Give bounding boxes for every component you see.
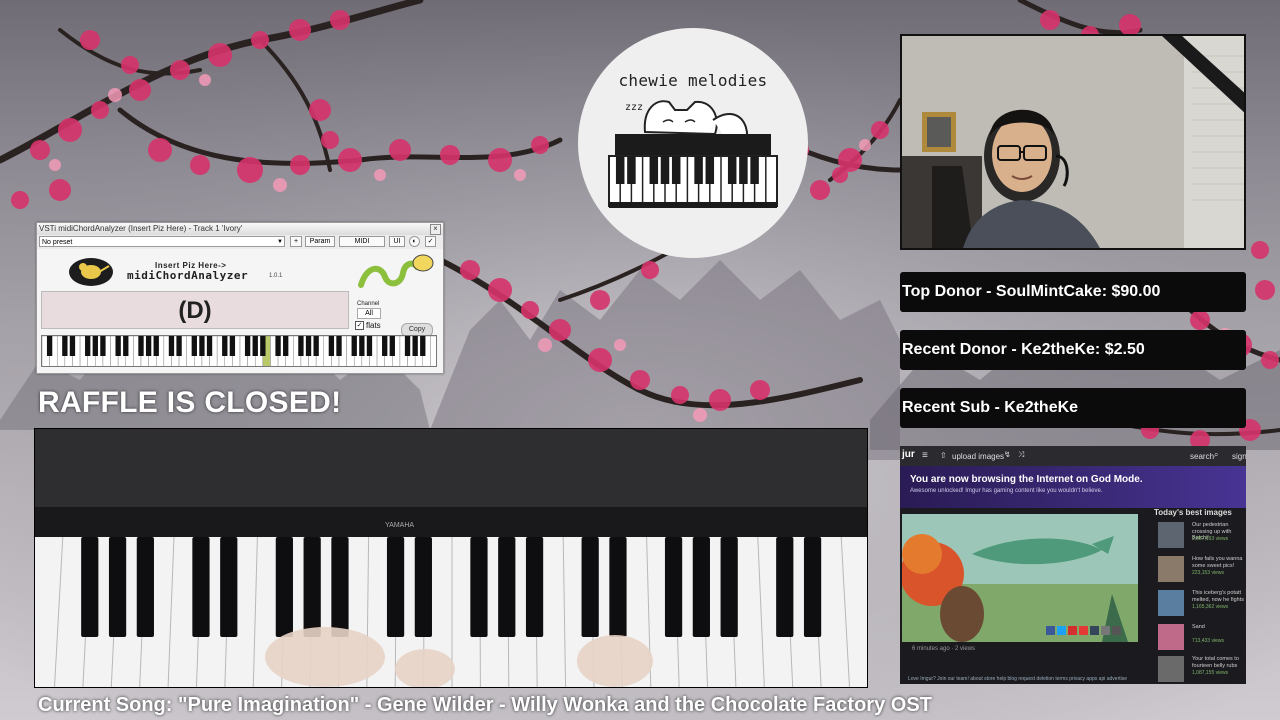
imgur-footer[interactable]: Love Imgur? Join our team! about store h… [908, 676, 1127, 682]
upload-link[interactable]: upload images [952, 452, 1004, 461]
sidebar-item[interactable]: How fails you wanna some sweet pics! 223… [1158, 556, 1244, 584]
webcam-feed [900, 34, 1246, 250]
close-icon[interactable]: × [430, 224, 441, 235]
banner-title: You are now browsing the Internet on God… [910, 474, 1143, 485]
god-mode-banner: You are now browsing the Internet on God… [900, 466, 1246, 508]
streamer-webcam-image [902, 36, 1244, 248]
sign-in-link[interactable]: sign [1232, 452, 1246, 461]
menu-icon[interactable]: ≡ [922, 450, 928, 461]
share-icons [1046, 626, 1121, 635]
imgur-logo[interactable]: jur [902, 449, 915, 460]
search-link[interactable]: search [1190, 452, 1214, 461]
upload-icon[interactable]: ⇧ [940, 451, 947, 460]
current-song-ticker: Current Song: "Pure Imagination" - Gene … [38, 694, 932, 716]
shuffle-icon[interactable]: ⤨ [1018, 450, 1024, 460]
piano-keyboard-image: YAMAHA [35, 429, 867, 687]
midi-button[interactable]: MIDI [339, 236, 385, 247]
mouse-logo-icon [69, 258, 113, 286]
yamaha-brand: YAMAHA [385, 522, 414, 529]
sidebar-item[interactable]: Our pedestrian crossing up with Batchi! … [1158, 522, 1244, 550]
chord-display: (D) [41, 291, 349, 329]
imgur-browser-panel: jur ≡ ⇧ upload images ↯ ⤨ search ⌕ sign … [900, 446, 1246, 684]
sidebar-item-views: 1,087,155 views [1192, 670, 1229, 676]
sidebar-item-views: 713,433 views [1192, 638, 1224, 644]
plugin-body: Insert Piz Here-> midiChordAnalyzer 1.0.… [37, 249, 443, 373]
plugin-titlebar[interactable]: VSTi midiChordAnalyzer (Insert Piz Here)… [37, 223, 443, 235]
mini-piano-keyboard [41, 335, 437, 367]
random-icon[interactable]: ↯ [1004, 450, 1011, 459]
sidebar-item-views: 223,153 views [1192, 570, 1224, 576]
add-preset-button[interactable]: + [290, 236, 302, 247]
search-icon[interactable]: ⌕ [1214, 450, 1218, 460]
top-donor-bar: Top Donor - SoulMintCake: $90.00 [900, 272, 1246, 312]
thumbnail-image [1158, 556, 1184, 582]
enable-checkbox[interactable]: ✓ [425, 236, 436, 247]
flats-label: flats [366, 321, 381, 330]
preset-select[interactable]: No preset ▼ [39, 236, 285, 247]
sidebar-item-text: This iceberg's potatt melted, now he fig… [1192, 590, 1244, 603]
featured-image[interactable] [902, 514, 1138, 642]
thumbnail-image [1158, 624, 1184, 650]
param-button[interactable]: Param [305, 236, 335, 247]
chevron-down-icon: ▼ [277, 239, 283, 245]
logo-title: chewie melodies [618, 71, 768, 90]
sidebar-title: Today's best images [1154, 508, 1232, 517]
keyboard-camera-feed: YAMAHA [34, 428, 868, 688]
plugin-toolbar: No preset ▼ + Param MIDI UI ◐ ✓ [37, 235, 443, 249]
sidebar-item-text: Your total comes to fourteen belly rubs [1192, 656, 1239, 669]
sidebar-item[interactable]: This iceberg's potatt melted, now he fig… [1158, 590, 1244, 618]
banner-subtitle: Awesome unlocked! Imgur has gaming conte… [910, 488, 1103, 494]
sidebar-item-views: 2,887,193 views [1192, 536, 1229, 542]
sidebar-item[interactable]: Your total comes to fourteen belly rubs … [1158, 656, 1244, 684]
sleeping-cat-piano-icon: zzz [608, 100, 778, 208]
thumbnail-image [1158, 522, 1184, 548]
imgur-topnav: jur ≡ ⇧ upload images ↯ ⤨ search ⌕ sign [900, 446, 1246, 466]
thumbnail-image [1158, 656, 1184, 682]
raffle-status: RAFFLE IS CLOSED! [38, 386, 342, 419]
chewie-melodies-logo: chewie melodies zzz [578, 28, 808, 258]
thumbnail-image [1158, 590, 1184, 616]
checkbox-icon[interactable]: ✓ [355, 321, 364, 331]
preset-value: No preset [42, 239, 73, 246]
power-icon[interactable]: ◐ [409, 236, 420, 247]
ui-button[interactable]: UI [389, 236, 405, 247]
midi-chord-analyzer-window: VSTi midiChordAnalyzer (Insert Piz Here)… [36, 222, 444, 374]
recent-sub-bar: Recent Sub - Ke2theKe [900, 388, 1246, 428]
sidebar-item-text: Sand [1192, 624, 1205, 630]
flats-toggle[interactable]: ✓ flats [355, 321, 381, 331]
sidebar-item[interactable]: Sand 713,433 views [1158, 624, 1244, 652]
snake-logo-icon [358, 254, 434, 288]
plugin-name: midiChordAnalyzer [127, 269, 249, 282]
image-meta: 6 minutes ago · 2 views [912, 646, 976, 652]
sidebar-item-views: 1,165,362 views [1192, 604, 1229, 610]
recent-donor-bar: Recent Donor - Ke2theKe: $2.50 [900, 330, 1246, 370]
channel-select[interactable]: All [357, 308, 381, 319]
plugin-title: VSTi midiChordAnalyzer (Insert Piz Here)… [39, 224, 243, 233]
channel-label: Channel [357, 301, 380, 307]
zzz-text: zzz [625, 102, 643, 113]
sidebar-item-text: How fails you wanna some sweet pics! [1192, 556, 1243, 569]
plugin-version: 1.0.1 [269, 273, 283, 279]
